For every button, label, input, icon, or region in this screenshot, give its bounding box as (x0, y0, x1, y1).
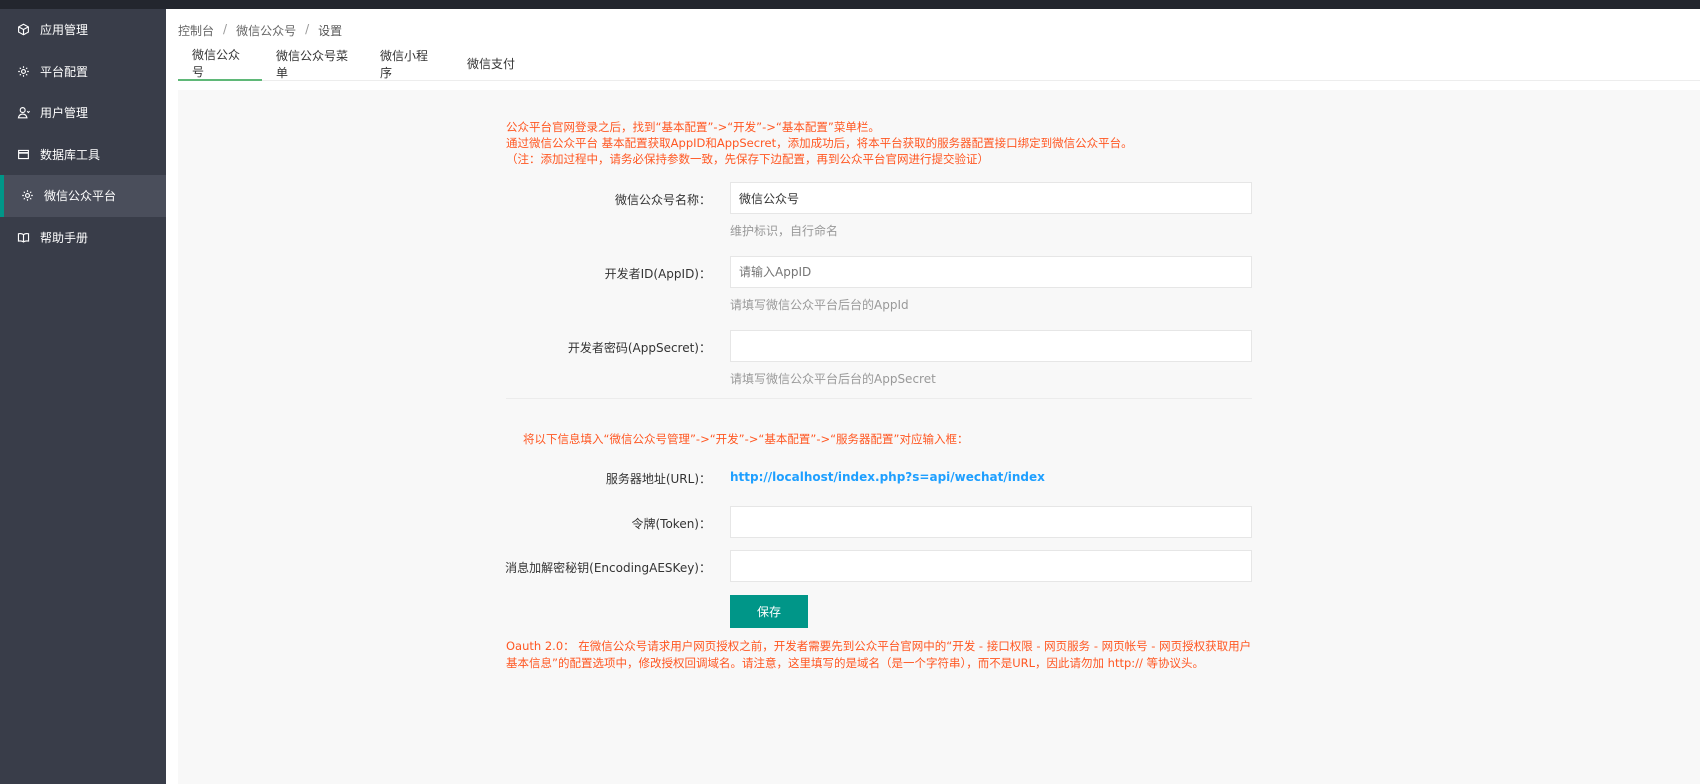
sidebar-item-label: 用户管理 (40, 106, 89, 121)
breadcrumb: 控制台 / 微信公众号 / 设置 (178, 22, 342, 39)
sidebar-item-label: 平台配置 (40, 64, 89, 79)
sidebar-item-label: 数据库工具 (40, 147, 101, 162)
sidebar: 应用管理 平台配置 用户管理 数据库工具 微信公众平台 帮助手册 (0, 9, 166, 784)
appsecret-input[interactable] (730, 330, 1252, 362)
aes-key-input[interactable] (730, 550, 1252, 582)
server-config-notice: 将以下信息填入“微信公众号管理”->“开发”->“基本配置”->“服务器配置”对… (523, 432, 969, 446)
breadcrumb-item-wechat[interactable]: 微信公众号 (236, 22, 296, 39)
window-icon (16, 147, 30, 161)
breadcrumb-item-settings: 设置 (318, 24, 343, 38)
gear-icon (20, 189, 34, 203)
notice-line: 基本信息”的配置选项中，修改授权回调域名。请注意，这里填写的是域名（是一个字符串… (506, 656, 1205, 670)
section-divider (506, 398, 1252, 399)
notice-line: 通过微信公众平台 基本配置获取AppID和AppSecret，添加成功后，将本平… (506, 136, 1133, 150)
appsecret-hint: 请填写微信公众平台后台的AppSecret (730, 372, 936, 386)
user-icon (16, 106, 30, 120)
tab-wechat-menu[interactable]: 微信公众号菜单 (262, 46, 366, 81)
breadcrumb-separator: / (305, 22, 310, 36)
appid-input[interactable] (730, 256, 1252, 288)
server-url-link[interactable]: http://localhost/index.php?s=api/wechat/… (730, 470, 1045, 484)
main-panel: 控制台 / 微信公众号 / 设置 微信公众号 微信公众号菜单 微信小程序 微信支… (166, 9, 1700, 784)
setup-notice: 公众平台官网登录之后，找到“基本配置”->“开发”->“基本配置”菜单栏。 通过… (506, 119, 1133, 167)
settings-content: 公众平台官网登录之后，找到“基本配置”->“开发”->“基本配置”菜单栏。 通过… (178, 90, 1700, 784)
cube-icon (16, 23, 30, 37)
book-icon (16, 230, 30, 244)
token-input[interactable] (730, 506, 1252, 538)
appid-hint: 请填写微信公众平台后台的AppId (730, 298, 909, 312)
sidebar-item-help-manual[interactable]: 帮助手册 (0, 217, 166, 259)
sidebar-item-platform-config[interactable]: 平台配置 (0, 51, 166, 93)
sidebar-item-label: 帮助手册 (40, 230, 89, 245)
sidebar-item-label: 微信公众平台 (44, 189, 117, 204)
gear-icon (16, 64, 30, 78)
sidebar-item-user-management[interactable]: 用户管理 (0, 92, 166, 134)
tab-mini-program[interactable]: 微信小程序 (366, 46, 452, 81)
appsecret-label: 开发者密码(AppSecret)： (567, 341, 711, 355)
breadcrumb-item-console[interactable]: 控制台 (178, 22, 214, 39)
top-bar (0, 0, 1700, 9)
sidebar-item-app-management[interactable]: 应用管理 (0, 9, 166, 51)
save-button[interactable]: 保存 (730, 595, 808, 628)
appid-label: 开发者ID(AppID)： (604, 267, 711, 281)
sidebar-item-label: 应用管理 (40, 23, 89, 38)
name-label: 微信公众号名称： (614, 193, 711, 207)
server-url-label: 服务器地址(URL)： (605, 472, 711, 486)
sidebar-item-database-tools[interactable]: 数据库工具 (0, 134, 166, 176)
tab-bar: 微信公众号 微信公众号菜单 微信小程序 微信支付 (178, 46, 1700, 81)
official-account-name-input[interactable] (730, 182, 1252, 214)
notice-line: 公众平台官网登录之后，找到“基本配置”->“开发”->“基本配置”菜单栏。 (506, 120, 880, 134)
breadcrumb-separator: / (223, 22, 228, 36)
tab-wechat-official[interactable]: 微信公众号 (178, 46, 262, 81)
aes-key-label: 消息加解密秘钥(EncodingAESKey)： (505, 561, 711, 575)
notice-line: Oauth 2.0： 在微信公众号请求用户网页授权之前，开发者需要先到公众平台官… (506, 639, 1252, 653)
name-hint: 维护标识，自行命名 (730, 224, 839, 238)
token-label: 令牌(Token)： (631, 517, 711, 531)
notice-line: （注：添加过程中，请务必保持参数一致，先保存下边配置，再到公众平台官网进行提交验… (506, 152, 989, 166)
sidebar-item-wechat-platform[interactable]: 微信公众平台 (0, 175, 166, 217)
oauth-notice: Oauth 2.0： 在微信公众号请求用户网页授权之前，开发者需要先到公众平台官… (506, 638, 1251, 672)
settings-form: 公众平台官网登录之后，找到“基本配置”->“开发”->“基本配置”菜单栏。 通过… (178, 90, 1700, 784)
tab-wechat-pay[interactable]: 微信支付 (452, 46, 530, 81)
